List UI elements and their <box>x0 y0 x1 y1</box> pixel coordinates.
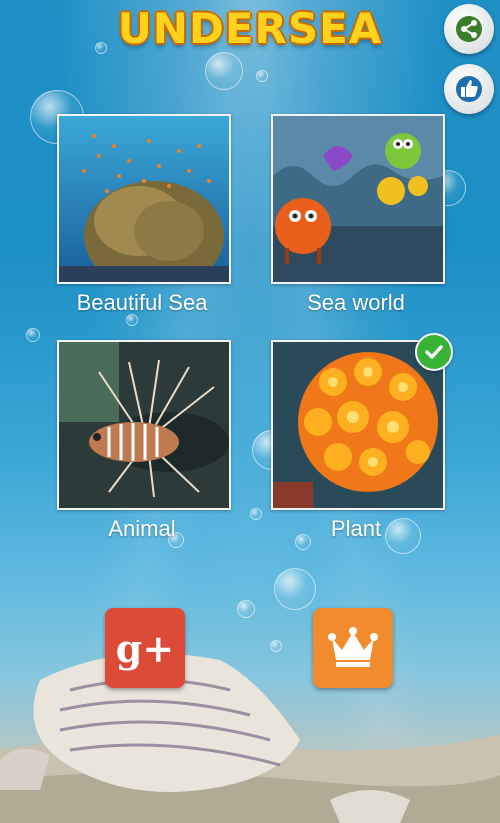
cartoon-sea-creatures-image <box>273 116 443 282</box>
thumbs-up-icon <box>456 76 482 102</box>
google-plus-label: g+ <box>115 625 175 671</box>
category-label-sea-world: Sea world <box>307 290 405 315</box>
crown-icon <box>328 627 378 667</box>
sea-anemone-image <box>273 342 443 508</box>
app-title: UNDERSEA <box>117 4 383 53</box>
category-label-beautiful-sea: Beautiful Sea <box>76 290 208 315</box>
category-card-plant[interactable] <box>271 340 445 510</box>
like-button[interactable] <box>444 64 494 114</box>
google-plus-button[interactable]: g+ <box>105 608 185 688</box>
coral-reef-image <box>59 116 229 282</box>
share-button[interactable] <box>444 4 494 54</box>
seashell-decoration <box>0 653 500 823</box>
category-label-animal: Animal <box>108 516 176 541</box>
bubble <box>274 568 316 610</box>
share-icon <box>456 16 482 42</box>
bubble <box>237 600 255 618</box>
bubble <box>256 70 268 82</box>
lionfish-image <box>59 342 229 508</box>
category-card-animal[interactable] <box>57 340 231 510</box>
selected-check-icon <box>415 333 453 371</box>
category-card-sea-world[interactable] <box>271 114 445 284</box>
category-card-beautiful-sea[interactable] <box>57 114 231 284</box>
bubble <box>26 328 40 342</box>
category-label-plant: Plant <box>330 516 382 541</box>
crown-button[interactable] <box>313 608 393 688</box>
bubble <box>205 52 243 90</box>
